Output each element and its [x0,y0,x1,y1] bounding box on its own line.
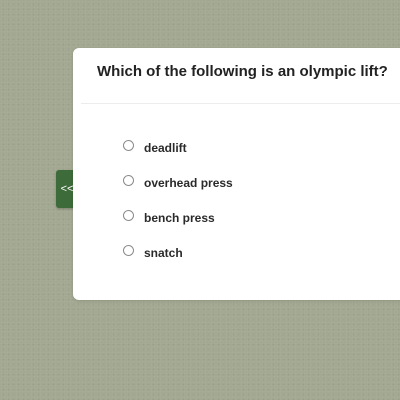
option-bench-press[interactable]: bench press [123,200,233,235]
divider [81,103,400,104]
radio-icon[interactable] [123,175,134,186]
radio-icon[interactable] [123,210,134,221]
option-label[interactable]: overhead press [144,176,233,190]
option-snatch[interactable]: snatch [123,235,233,270]
question-card: Which of the following is an olympic lif… [73,48,400,300]
answer-options: deadlift overhead press bench press snat… [123,130,233,270]
radio-icon[interactable] [123,140,134,151]
back-label: << [60,183,74,195]
option-overhead-press[interactable]: overhead press [123,165,233,200]
option-label[interactable]: bench press [144,211,215,225]
option-label[interactable]: snatch [144,246,183,260]
option-label[interactable]: deadlift [144,141,187,155]
question-text: Which of the following is an olympic lif… [97,63,388,80]
option-deadlift[interactable]: deadlift [123,130,233,165]
radio-icon[interactable] [123,245,134,256]
